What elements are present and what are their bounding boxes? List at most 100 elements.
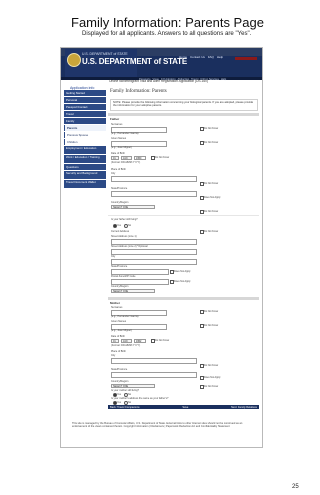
top-link-home[interactable]: Home	[179, 55, 187, 59]
note-text: NOTE: Please provide the following infor…	[113, 101, 254, 108]
father-divider	[108, 215, 259, 216]
sidebar-item-family[interactable]: Family	[64, 118, 106, 124]
father-surnames-hint: (e.g., Hernandez Garcia)	[111, 132, 139, 135]
father-city2-label: City	[111, 255, 116, 258]
father-given-label: Given Names	[111, 137, 127, 140]
father-state2-does-not-apply-label: Does Not Apply	[174, 270, 191, 273]
sidebar-item-security[interactable]: Security and Background	[64, 171, 106, 179]
alert-strip	[235, 57, 257, 60]
page-number: 25	[292, 484, 299, 490]
mother-city-dont-know-label: Do Not Know	[204, 364, 219, 367]
mother-dob-day-select[interactable]: 01	[111, 339, 119, 343]
page-title: Family Information: Parents	[110, 89, 167, 94]
sidebar-item-getting-started[interactable]: Getting Started	[64, 90, 106, 96]
father-given-dont-know-label: Do Not Know	[204, 141, 219, 144]
father-pob-label: Place of Birth	[111, 168, 126, 171]
father-state-does-not-apply-label: Does Not Apply	[204, 196, 221, 199]
mother-section-label: Mother	[110, 301, 120, 305]
mother-surnames-hint: (e.g., Hernandez Garcia)	[111, 315, 139, 318]
slide-subtitle: Displayed for all applicants. Answers to…	[82, 30, 252, 37]
father-section-label: Father	[110, 117, 120, 121]
father-street2-input[interactable]	[111, 249, 197, 255]
father-street1-label: Street Address (Line 1)	[111, 235, 137, 238]
mother-given-hint: (e.g., Juan Miguel)	[111, 329, 132, 332]
mother-country-label: Country/Region	[111, 380, 129, 383]
mother-state-does-not-apply-label: Does Not Apply	[204, 376, 221, 379]
sidebar-item-passport[interactable]: Passport/Contact	[64, 104, 106, 110]
save-button[interactable]: Save	[182, 406, 188, 409]
sidebar-item-children[interactable]: Children	[64, 139, 106, 145]
mother-dob-month-select[interactable]: JAN	[121, 339, 132, 343]
mother-country-select[interactable]: SELECT ONE	[111, 384, 155, 388]
mother-country-dont-know-label: Do Not Know	[204, 385, 219, 388]
mother-state-label: State/Province	[111, 368, 128, 371]
back-button[interactable]: Back: Travel Companions	[110, 406, 140, 409]
form-navigation-bar: Back: Travel Companions Save Next: Famil…	[108, 405, 259, 409]
mother-same-address-no-label: No	[128, 401, 132, 404]
form-title: Online Nonimmigrant Visa and Alien Regis…	[109, 79, 208, 83]
top-link-faq[interactable]: FAQ	[208, 55, 214, 59]
father-state-input[interactable]	[111, 191, 197, 197]
mother-dob-year-input[interactable]: 1952	[134, 339, 146, 343]
seal-icon	[67, 53, 81, 67]
mother-given-dont-know-label: Do Not Know	[204, 324, 219, 327]
father-country2-select[interactable]: SELECT ONE	[111, 289, 155, 293]
father-dob-label: Date of Birth	[111, 152, 125, 155]
mother-surnames-label: Surnames	[111, 306, 123, 309]
father-dob-year-input[interactable]: 1950	[134, 156, 146, 160]
sidebar: Getting Started Personal Passport/Contac…	[64, 90, 106, 189]
mother-dob-format: (Format: DD-MMM-YYYY)	[111, 344, 141, 347]
nav-tab-help[interactable]: Help	[221, 78, 226, 81]
logo-small-text: U.S. DEPARTMENT of STATE	[82, 52, 128, 56]
father-surnames-label: Surnames	[111, 123, 123, 126]
top-link-help[interactable]: Help	[217, 55, 223, 59]
mother-pob-label: Place of Birth	[111, 350, 126, 353]
mother-city-label: City	[111, 354, 116, 357]
father-dob-day-select[interactable]: 01	[111, 156, 119, 160]
father-address-label: Current Address	[111, 230, 130, 233]
father-living-question: Is your father still living?	[111, 218, 138, 221]
father-country-dont-know-label: Do Not Know	[204, 210, 219, 213]
note-box: NOTE: Please provide the following infor…	[110, 99, 258, 111]
sidebar-item-questions[interactable]: Questions	[64, 164, 106, 170]
mother-living-question: Is your mother still living?	[111, 389, 140, 392]
father-state2-label: State/Province	[111, 265, 128, 268]
sidebar-item-document-wallet[interactable]: Travel Document Wallet	[64, 180, 106, 188]
top-links: Home Contact Us FAQ Help	[179, 55, 223, 59]
father-city-label: City	[111, 172, 116, 175]
father-city-input[interactable]	[111, 176, 197, 182]
sidebar-item-work-education[interactable]: Work / Education / Training	[64, 155, 106, 163]
father-postal-label: Postal Zone/ZIP Code	[111, 275, 136, 278]
father-surnames-dont-know-label: Do Not Know	[204, 127, 219, 130]
sidebar-item-personal[interactable]: Personal	[64, 97, 106, 103]
father-dob-dont-know-label: Do Not Know	[155, 156, 170, 159]
father-address-dont-know-label: Do Not Know	[204, 230, 219, 233]
father-country-label: Country/Region	[111, 201, 129, 204]
father-state-label: State/Province	[111, 187, 128, 190]
mother-section-bar	[108, 297, 259, 300]
mother-living-no-label: No	[128, 393, 132, 396]
sidebar-item-employment[interactable]: Employment / Education	[64, 146, 106, 154]
next-button[interactable]: Next: Family Relatives	[231, 406, 257, 409]
top-link-contact[interactable]: Contact Us	[190, 55, 205, 59]
father-country-select[interactable]: SELECT ONE	[111, 205, 155, 209]
father-street2-label: Street Address (Line 2) *Optional	[111, 245, 148, 248]
sidebar-item-travel[interactable]: Travel	[64, 111, 106, 117]
father-city-dont-know-label: Do Not Know	[204, 182, 219, 185]
father-country2-label: Country/Region	[111, 285, 129, 288]
state-dept-logo[interactable]: U.S. DEPARTMENT of STATE U.S. DEPARTMENT…	[65, 49, 187, 77]
father-dob-month-select[interactable]: JAN	[121, 156, 132, 160]
sidebar-item-previous-spouse[interactable]: Previous Spouse	[64, 132, 106, 138]
father-section-bar	[108, 113, 259, 116]
mother-same-address-question: Is your mother's address the same as you…	[111, 397, 169, 400]
mother-dob-label: Date of Birth	[111, 335, 125, 338]
mother-state-input[interactable]	[111, 372, 197, 378]
sidebar-item-parents[interactable]: Parents	[64, 125, 106, 131]
slide-title: Family Information: Parents Page	[71, 15, 264, 30]
mother-city-input[interactable]	[111, 358, 197, 364]
mother-living-yes-label: Yes	[117, 393, 121, 396]
father-given-hint: (e.g., Juan Miguel)	[111, 146, 132, 149]
father-living-no-label: No	[128, 224, 132, 227]
father-living-yes-label: Yes	[117, 224, 121, 227]
logo-large-text: U.S. DEPARTMENT of STATE	[82, 57, 187, 66]
